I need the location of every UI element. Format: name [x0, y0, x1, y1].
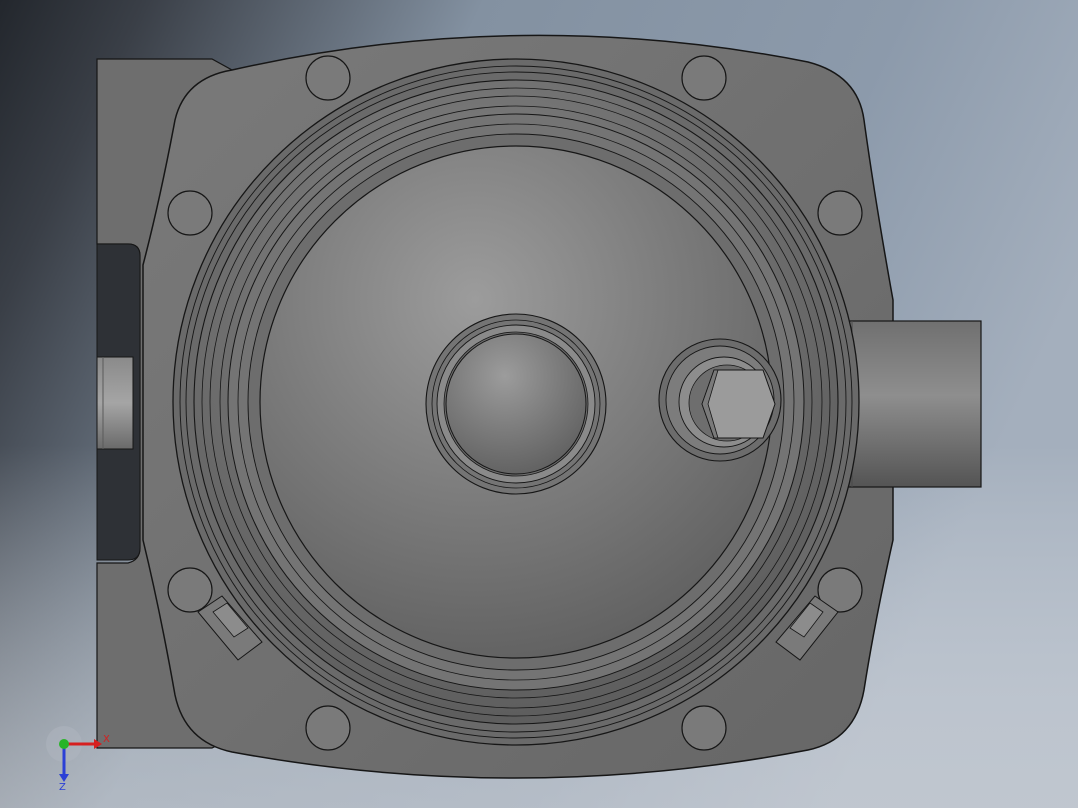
hex-plug[interactable]	[658, 338, 782, 462]
z-axis-label: Z	[59, 782, 66, 793]
x-axis-label: X	[103, 734, 110, 745]
bolt-hole-upper-left[interactable]	[167, 190, 213, 236]
y-axis-dot	[59, 739, 69, 749]
center-port[interactable]	[425, 313, 607, 495]
bolt-hole-top-right[interactable]	[681, 55, 727, 101]
graphics-viewport[interactable]: X Z	[0, 0, 1078, 808]
bolt-hole-bottom-left[interactable]	[305, 705, 351, 751]
bolt-hole-top-left[interactable]	[305, 55, 351, 101]
model-scene[interactable]: X Z	[0, 0, 1078, 808]
bolt-hole-lower-left[interactable]	[167, 567, 213, 613]
left-shaft[interactable]	[96, 356, 134, 450]
bolt-hole-bottom-right[interactable]	[681, 705, 727, 751]
bolt-hole-upper-right[interactable]	[817, 190, 863, 236]
